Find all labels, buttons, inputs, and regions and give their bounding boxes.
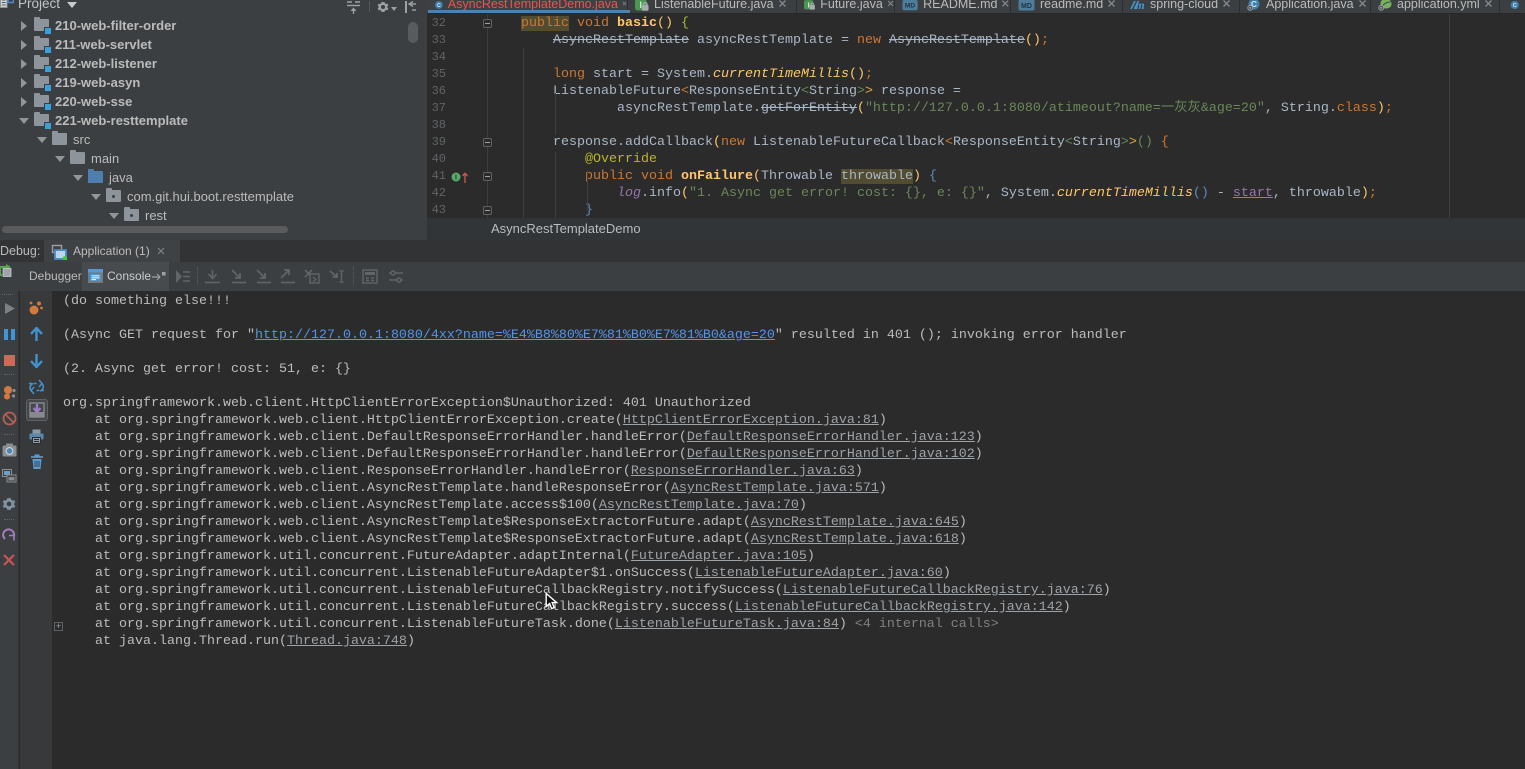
svg-text:m: m xyxy=(1135,0,1144,11)
svg-text:I: I xyxy=(455,175,457,182)
svg-text:MD: MD xyxy=(1021,2,1032,9)
svg-text:I: I xyxy=(639,0,642,10)
svg-text:C: C xyxy=(1513,3,1517,9)
svg-text:MD: MD xyxy=(905,2,916,9)
svg-text:C: C xyxy=(437,2,441,8)
svg-text:I: I xyxy=(808,0,810,9)
